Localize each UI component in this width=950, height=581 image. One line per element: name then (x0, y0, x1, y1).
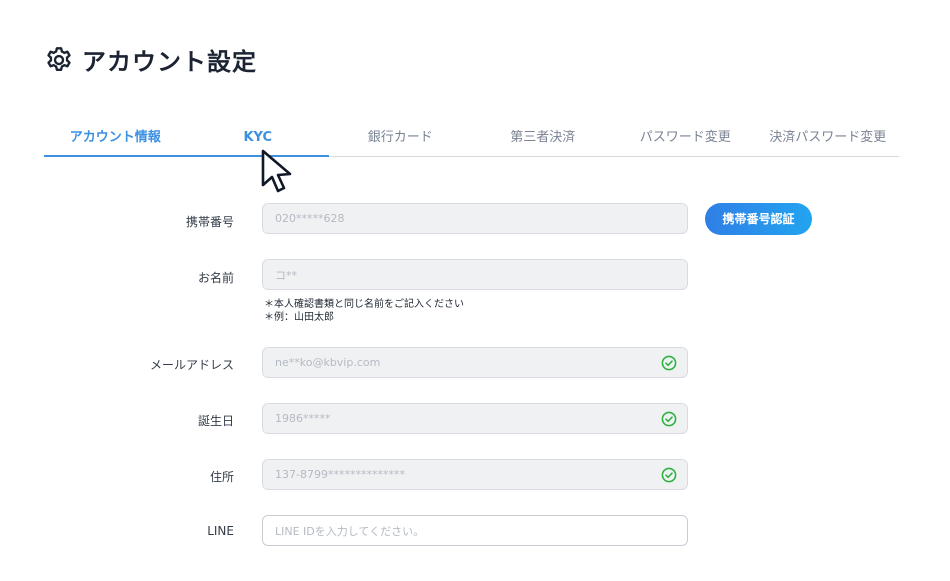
phone-value: 020*****628 (275, 212, 345, 225)
check-circle-icon (661, 411, 677, 427)
line-id-placeholder: LINE IDを入力してください。 (275, 524, 425, 538)
settings-tabs: アカウント情報 KYC 銀行カード 第三者決済 パスワード変更 決済パスワード変… (44, 118, 899, 157)
tab-bank-card[interactable]: 銀行カード (329, 118, 472, 156)
address-label: 住所 (209, 470, 234, 484)
email-label: メールアドレス (149, 358, 234, 372)
tab-account-info[interactable]: アカウント情報 (44, 118, 187, 157)
tab-third-party-payment[interactable]: 第三者決済 (472, 118, 615, 156)
name-value: コ** (275, 268, 297, 282)
check-circle-icon (661, 467, 677, 483)
phone-verify-button[interactable]: 携帯番号認証 (705, 203, 812, 235)
phone-label: 携帯番号 (185, 215, 234, 229)
gear-icon (44, 45, 74, 75)
mouse-pointer-icon (256, 145, 298, 197)
phone-field[interactable]: 020*****628 (262, 203, 688, 234)
address-value: 137-8799************** (275, 468, 405, 481)
tab-payment-password-change[interactable]: 決済パスワード変更 (757, 118, 900, 156)
name-label: お名前 (197, 271, 234, 285)
line-id-input[interactable]: LINE IDを入力してください。 (262, 515, 688, 546)
birthday-value: 1986***** (275, 412, 331, 425)
birthday-label: 誕生日 (197, 414, 234, 428)
name-field[interactable]: コ** (262, 259, 688, 290)
line-label: LINE (207, 524, 234, 538)
page-header: アカウント設定 (44, 42, 257, 77)
page-title: アカウント設定 (82, 48, 257, 76)
email-value: ne**ko@kbvip.com (275, 356, 381, 369)
name-hint-2: ＊例：山田太郎 (264, 312, 334, 323)
account-settings-page: アカウント設定 アカウント情報 KYC 銀行カード 第三者決済 パスワード変更 … (0, 0, 950, 581)
address-field[interactable]: 137-8799************** (262, 459, 688, 490)
tab-password-change[interactable]: パスワード変更 (614, 118, 757, 156)
check-circle-icon (661, 355, 677, 371)
birthday-field[interactable]: 1986***** (262, 403, 688, 434)
email-field[interactable]: ne**ko@kbvip.com (262, 347, 688, 378)
